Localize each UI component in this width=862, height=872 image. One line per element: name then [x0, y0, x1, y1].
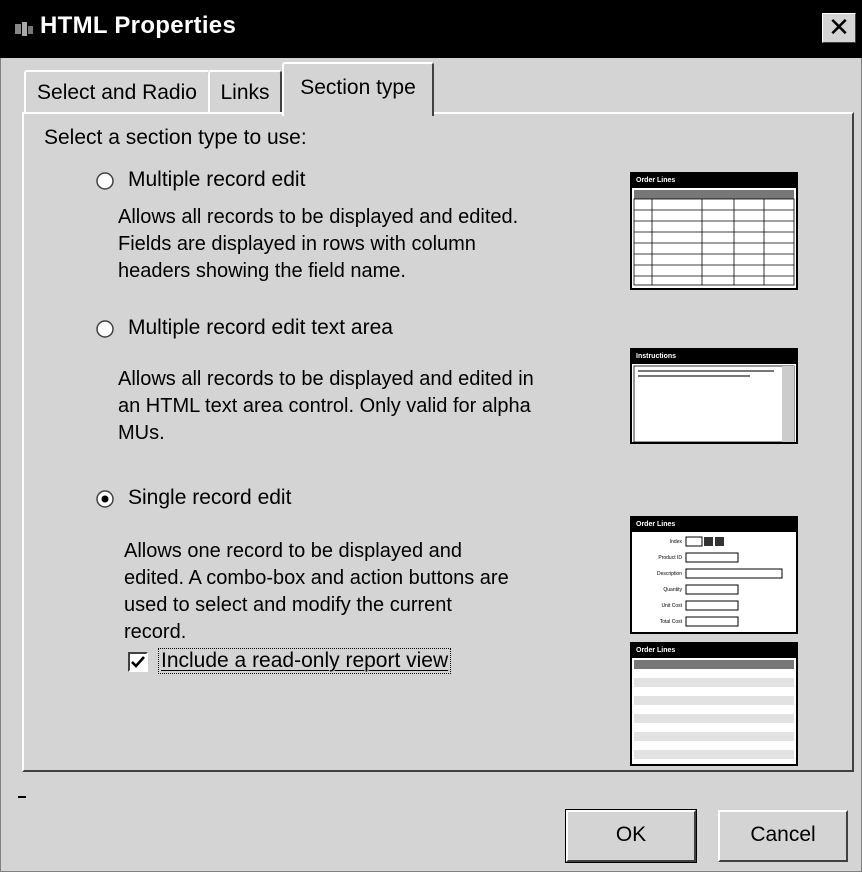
tab-label: Section type: [300, 76, 416, 99]
close-icon: ✕: [828, 12, 850, 42]
report-view-label[interactable]: Include a read-only report view: [158, 648, 452, 674]
option-description: Allows one record to be displayed and ed…: [124, 538, 509, 646]
checkmark-icon: [131, 656, 145, 668]
radio-multiple-record-edit-text-area[interactable]: [96, 320, 114, 338]
description-line: an HTML text area control. Only valid fo…: [118, 395, 531, 417]
ok-button[interactable]: OK: [565, 809, 697, 863]
description-line: MUs.: [118, 422, 165, 444]
tab-links[interactable]: Links: [208, 70, 282, 112]
svg-text:Unit Cost: Unit Cost: [661, 603, 682, 609]
close-button[interactable]: ✕: [822, 13, 856, 43]
svg-text:Quantity: Quantity: [663, 587, 682, 593]
description-line: used to select and modify the current: [124, 594, 452, 616]
radio-label[interactable]: Multiple record edit: [128, 168, 305, 192]
report-preview-image: [634, 660, 794, 759]
section-type-prompt: Select a section type to use:: [44, 126, 307, 149]
grid-preview-image: [633, 190, 795, 286]
radio-multiple-record-edit[interactable]: [96, 172, 114, 190]
preview-title: Order Lines: [636, 647, 676, 654]
form-preview-image: Index Product ID Description Quantity Unit…: [657, 536, 783, 627]
preview-title: Order Lines: [636, 177, 676, 184]
report-view-checkbox[interactable]: [128, 652, 148, 672]
svg-text:Description: Description: [657, 571, 682, 577]
radio-label[interactable]: Single record edit: [128, 486, 291, 510]
description-line: edited. A combo-box and action buttons a…: [124, 567, 509, 589]
app-icon: [14, 20, 34, 38]
option-description: Allows all records to be displayed and e…: [118, 366, 534, 447]
description-line: Allows one record to be displayed and: [124, 540, 462, 562]
tab-select-and-radio[interactable]: Select and Radio: [24, 70, 210, 112]
option-description: Allows all records to be displayed and e…: [118, 204, 518, 285]
multiple-record-preview: Order Lines: [630, 172, 798, 290]
preview-title: Instructions: [636, 353, 677, 360]
description-line: Allows all records to be displayed and e…: [118, 206, 519, 228]
description-line: Fields are displayed in rows with column: [118, 233, 476, 255]
svg-text:Index: Index: [670, 539, 683, 545]
description-line: headers showing the field name.: [118, 260, 406, 282]
tab-label: Links: [220, 81, 270, 104]
window-title: HTML Properties: [40, 12, 237, 39]
preview-title: Order Lines: [636, 521, 676, 528]
svg-text:Total Cost: Total Cost: [660, 619, 683, 625]
title-bar[interactable]: HTML Properties ✕: [0, 0, 862, 58]
cancel-button[interactable]: Cancel: [718, 810, 848, 862]
svg-text:Product ID: Product ID: [658, 555, 682, 561]
description-line: Allows all records to be displayed and e…: [118, 368, 534, 390]
tab-section-type[interactable]: Section type: [282, 62, 434, 116]
single-record-preview: Order Lines Index Product ID Description Q…: [630, 516, 798, 634]
divider-mark: [18, 796, 26, 798]
tab-label: Select and Radio: [37, 81, 197, 104]
text-area-preview: Instructions: [630, 348, 798, 444]
textarea-preview-image: [633, 365, 795, 442]
radio-single-record-edit[interactable]: [96, 490, 114, 508]
report-view-preview: Order Lines: [630, 642, 798, 766]
radio-label[interactable]: Multiple record edit text area: [128, 316, 393, 340]
description-line: record.: [124, 621, 187, 643]
